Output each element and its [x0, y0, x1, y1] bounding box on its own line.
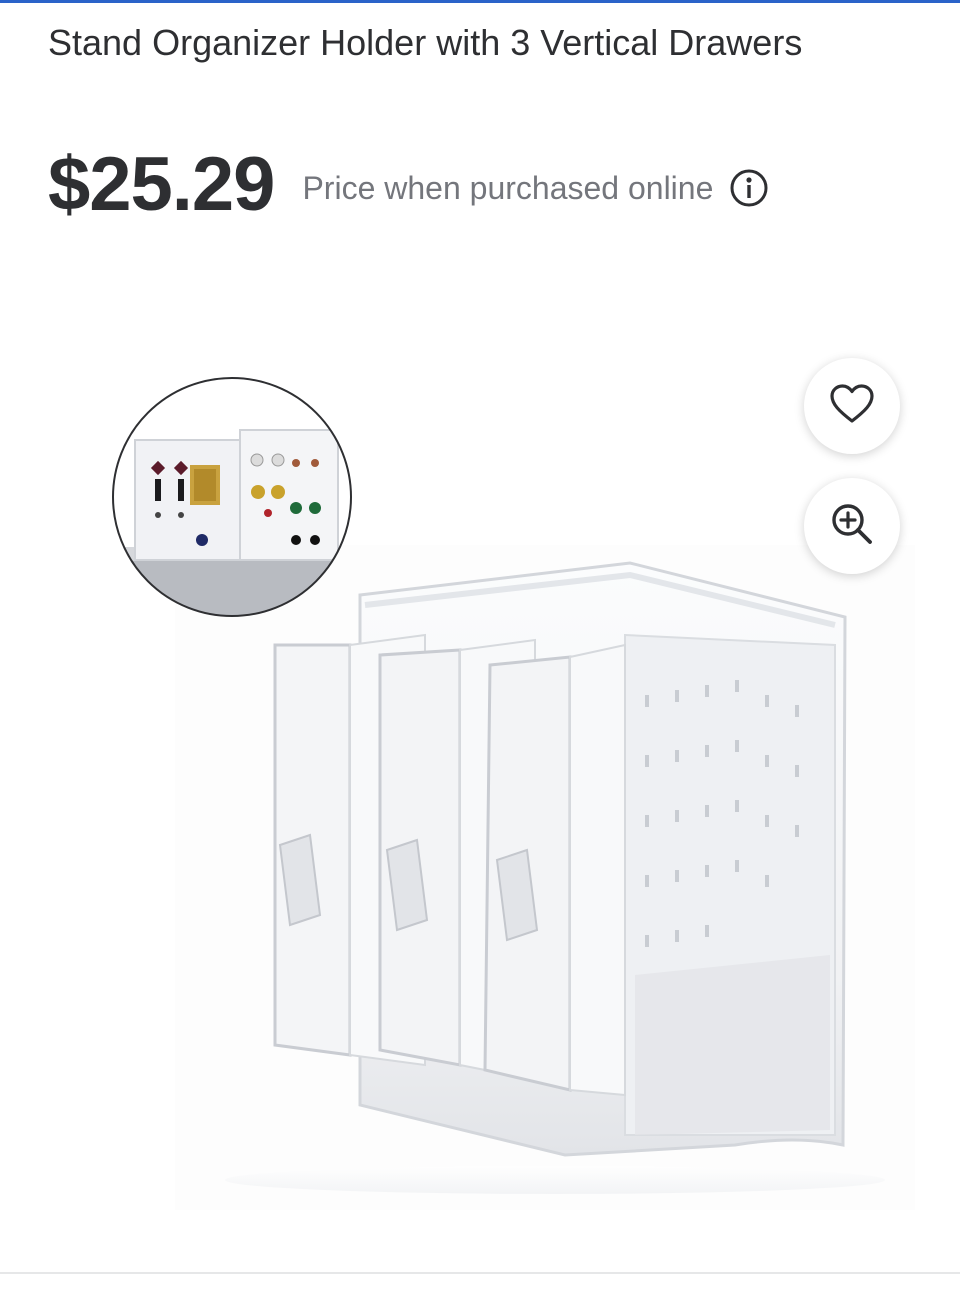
inset-lifestyle-image: [112, 377, 352, 617]
product-page: Stand Organizer Holder with 3 Vertical D…: [0, 0, 960, 1298]
product-title: Stand Organizer Holder with 3 Vertical D…: [48, 22, 803, 63]
heart-outline-icon: [829, 383, 875, 430]
zoom-button[interactable]: [804, 478, 900, 574]
bottom-divider: [0, 1272, 960, 1274]
price-row: $25.29 Price when purchased online: [48, 140, 769, 230]
favorite-button[interactable]: [804, 358, 900, 454]
top-accent-bar: [0, 0, 960, 3]
zoom-in-icon: [829, 501, 875, 552]
info-icon[interactable]: [729, 168, 769, 208]
price-note: Price when purchased online: [302, 170, 714, 206]
product-media-area: [0, 300, 960, 1230]
product-price: $25.29: [48, 142, 275, 227]
product-image[interactable]: [175, 545, 915, 1210]
